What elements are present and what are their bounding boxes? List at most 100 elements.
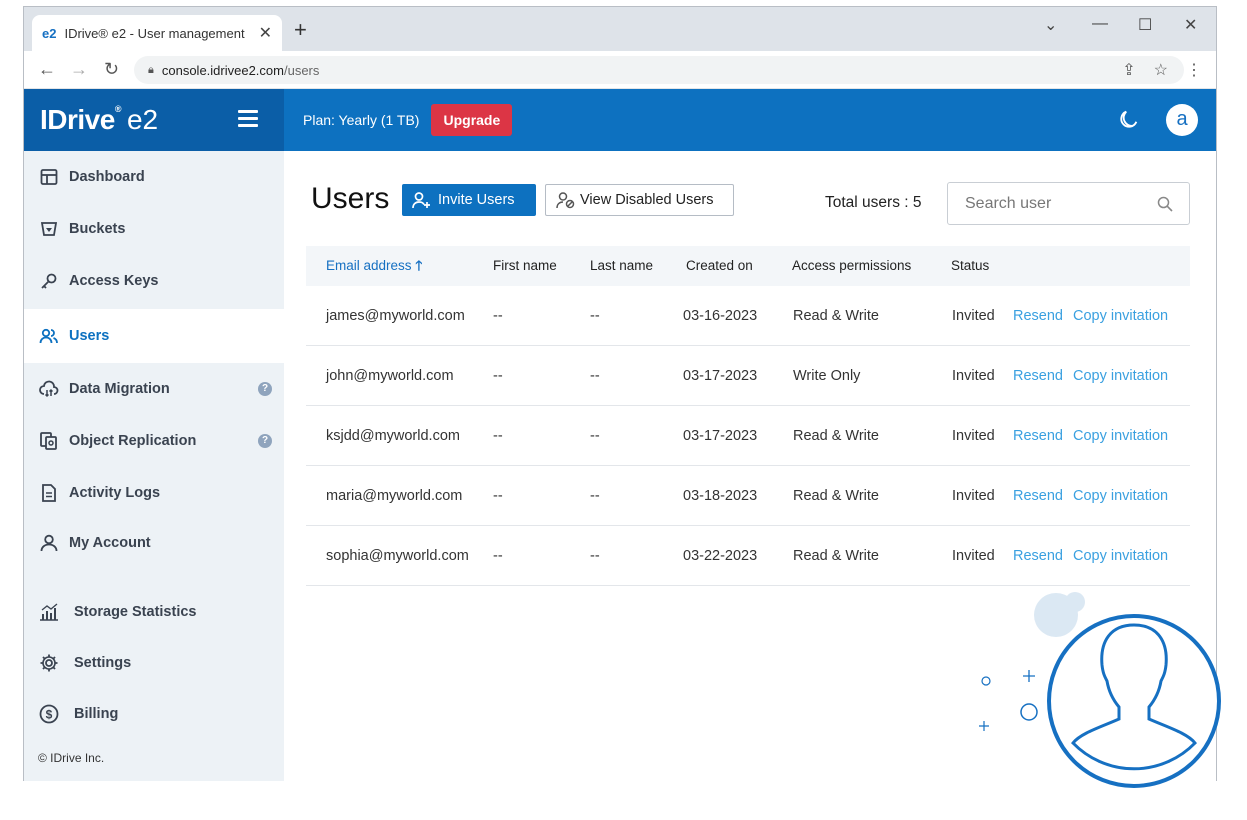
dark-mode-moon-icon[interactable] (1118, 108, 1140, 130)
sidebar-item-storage-statistics[interactable]: Storage Statistics (24, 586, 284, 638)
favicon-icon: e2 (42, 25, 57, 41)
sidebar-item-access-keys[interactable]: Access Keys (24, 255, 284, 307)
invite-users-button[interactable]: Invite Users (402, 184, 536, 216)
app: IDrive® e2 Plan: Yearly (1 TB) Upgrade a… (24, 89, 1216, 781)
cell-email: maria@myworld.com (326, 488, 463, 504)
sidebar-item-label: Storage Statistics (74, 604, 197, 620)
total-users-count: Total users : 5 (825, 194, 922, 211)
table-row: sophia@myworld.com -- -- 03-22-2023 Read… (306, 526, 1190, 586)
key-icon (38, 270, 60, 292)
sidebar-item-dashboard[interactable]: Dashboard (24, 151, 284, 203)
forward-arrow-icon[interactable]: → (70, 60, 88, 78)
reload-icon[interactable]: ↻ (104, 60, 119, 78)
cell-last-name: -- (590, 368, 600, 384)
search-input[interactable] (965, 194, 1145, 213)
bookmark-star-icon[interactable]: ☆ (1154, 60, 1168, 80)
sidebar-item-users[interactable]: Users (24, 309, 284, 363)
cell-last-name: -- (590, 548, 600, 564)
main-content: Users Invite Users View Disabled Users T… (284, 151, 1216, 781)
copyright: © IDrive Inc. (38, 751, 105, 765)
column-header-first-name: First name (493, 258, 557, 273)
hamburger-menu-icon[interactable] (238, 110, 258, 128)
logo-text: IDrive (40, 104, 115, 135)
copy-invitation-link[interactable]: Copy invitation (1073, 526, 1168, 586)
view-disabled-users-button[interactable]: View Disabled Users (545, 184, 734, 216)
log-icon (38, 482, 60, 504)
resend-link[interactable]: Resend (1013, 406, 1063, 466)
cell-status: Invited (952, 308, 995, 324)
maximize-button[interactable]: ☐ (1138, 15, 1152, 35)
search-box[interactable] (947, 182, 1190, 225)
cell-created-on: 03-17-2023 (683, 428, 758, 444)
disabled-user-icon (556, 192, 575, 209)
cell-first-name: -- (493, 428, 503, 444)
sidebar-item-my-account[interactable]: My Account (24, 517, 284, 569)
sidebar-item-buckets[interactable]: Buckets (24, 203, 284, 255)
add-user-icon (412, 192, 430, 209)
share-icon[interactable]: ⇪ (1122, 60, 1135, 80)
cell-access: Read & Write (793, 308, 879, 324)
close-window-button[interactable]: ✕ (1184, 15, 1197, 35)
sidebar-item-label: My Account (69, 535, 151, 551)
resend-link[interactable]: Resend (1013, 466, 1063, 526)
resend-link[interactable]: Resend (1013, 346, 1063, 406)
copy-invitation-link[interactable]: Copy invitation (1073, 406, 1168, 466)
cell-access: Write Only (793, 368, 861, 384)
sidebar-item-label: Settings (74, 655, 132, 671)
sidebar-item-label: Buckets (69, 221, 126, 237)
sidebar-item-settings[interactable]: Settings (24, 637, 284, 689)
close-tab-icon[interactable]: ✕ (259, 23, 272, 43)
upgrade-button[interactable]: Upgrade (431, 104, 513, 136)
table-row: james@myworld.com -- -- 03-16-2023 Read … (306, 286, 1190, 346)
help-icon[interactable]: ? (258, 434, 272, 448)
resend-link[interactable]: Resend (1013, 286, 1063, 346)
copy-invitation-link[interactable]: Copy invitation (1073, 466, 1168, 526)
cell-created-on: 03-22-2023 (683, 548, 758, 564)
minimize-button[interactable]: — (1092, 15, 1108, 33)
tab-bar: e2 IDrive® e2 - User management ✕ + ⌄ — … (24, 7, 1216, 51)
sidebar-item-label: Object Replication (69, 433, 197, 449)
copy-invitation-link[interactable]: Copy invitation (1073, 286, 1168, 346)
column-header-access: Access permissions (792, 258, 912, 273)
sort-up-arrow-icon[interactable]: 🡑 (415, 258, 422, 273)
browser-tab[interactable]: e2 IDrive® e2 - User management ✕ (32, 15, 282, 51)
svg-text:$: $ (46, 708, 53, 722)
user-avatar[interactable]: a (1166, 104, 1198, 136)
column-header-status: Status (951, 258, 990, 273)
cell-email: john@myworld.com (326, 368, 454, 384)
help-icon[interactable]: ? (258, 382, 272, 396)
sidebar-item-data-migration[interactable]: Data Migration ? (24, 363, 284, 415)
sidebar-item-label: Access Keys (69, 273, 159, 289)
column-header-last-name: Last name (590, 258, 654, 273)
sidebar-item-object-replication[interactable]: Object Replication ? (24, 415, 284, 467)
address-bar: ← → ↻ 🔒︎ console.idrivee2.com/users ⇪ ☆ … (24, 51, 1216, 89)
table-row: ksjdd@myworld.com -- -- 03-17-2023 Read … (306, 406, 1190, 466)
search-icon[interactable] (1157, 196, 1173, 212)
gear-icon (38, 652, 60, 674)
tab-search-icon[interactable]: ⌄ (1044, 15, 1057, 35)
copy-invitation-link[interactable]: Copy invitation (1073, 346, 1168, 406)
replication-icon (38, 430, 60, 452)
sidebar: Dashboard Buckets Access Keys Users Data… (24, 151, 284, 781)
cell-first-name: -- (493, 308, 503, 324)
idrive-logo[interactable]: IDrive® (40, 104, 121, 136)
more-menu-icon[interactable]: ⋮ (1186, 60, 1202, 80)
resend-link[interactable]: Resend (1013, 526, 1063, 586)
invite-users-label: Invite Users (438, 192, 515, 208)
sidebar-item-billing[interactable]: $ Billing (24, 688, 284, 740)
cell-email: ksjdd@myworld.com (326, 428, 460, 444)
column-header-email[interactable]: Email address 🡑 (326, 246, 422, 286)
sidebar-item-label: Activity Logs (69, 485, 161, 501)
url-path: /users (283, 62, 320, 78)
new-tab-button[interactable]: + (294, 19, 307, 41)
product-name: e2 (126, 104, 159, 135)
sidebar-item-label: Billing (74, 706, 119, 722)
plan-label: Plan: Yearly (1 TB) (303, 112, 420, 128)
back-arrow-icon[interactable]: ← (38, 60, 56, 78)
sidebar-item-activity-logs[interactable]: Activity Logs (24, 467, 284, 519)
url-field[interactable]: 🔒︎ console.idrivee2.com/users (134, 56, 1184, 84)
dashboard-icon (38, 166, 60, 188)
logo-reg: ® (114, 104, 122, 114)
lock-icon: 🔒︎ (148, 63, 154, 76)
cell-status: Invited (952, 548, 995, 564)
